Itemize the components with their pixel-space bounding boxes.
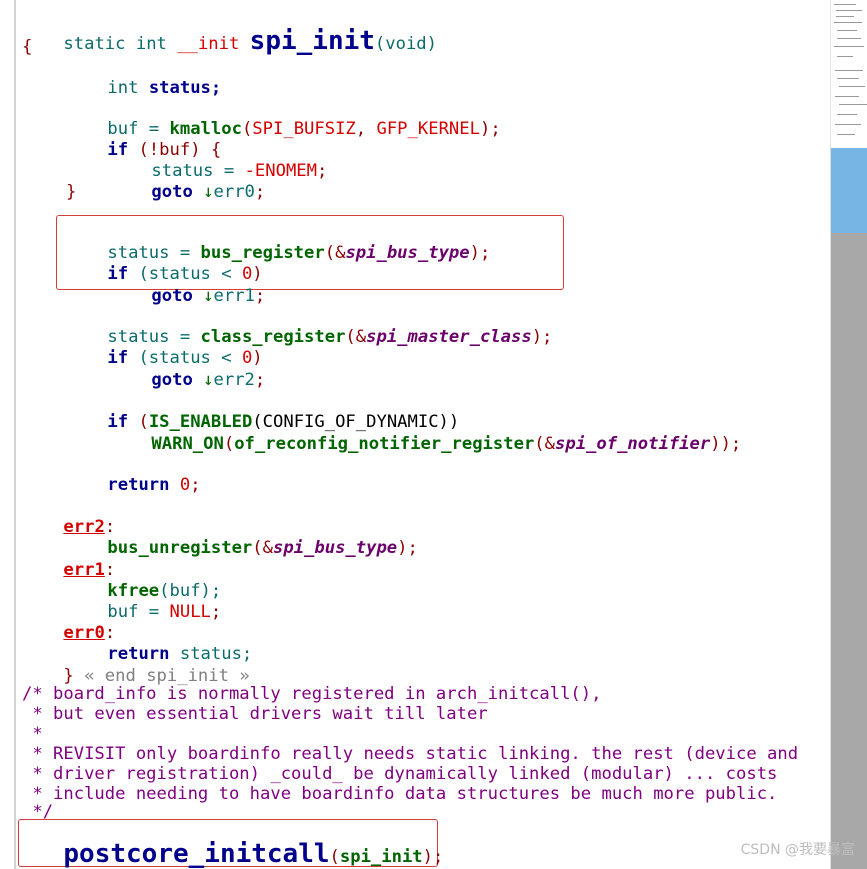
comment-line: * include needing to have boardinfo data… (22, 784, 778, 804)
comment-line: * (22, 724, 43, 744)
comment-line: * but even essential drivers wait till l… (22, 704, 488, 724)
fold-gutter-line (14, 0, 16, 869)
code-line: postcore_initcall(spi_init); (63, 839, 444, 869)
minimap-track[interactable] (831, 233, 867, 869)
minimap-viewport[interactable] (831, 148, 867, 233)
comment-line: * REVISIT only boardinfo really needs st… (22, 744, 799, 764)
code-minimap[interactable] (830, 0, 867, 869)
comment-line: /* board_info is normally registered in … (22, 684, 602, 704)
code-line: { (22, 37, 33, 57)
code-line: WARN_ON(of_reconfig_notifier_register(&s… (151, 434, 742, 454)
watermark: CSDN @我要暴富 (740, 842, 855, 858)
code-line: } (66, 182, 77, 202)
code-editor[interactable]: static int __init spi_init(void) { int s… (0, 0, 830, 869)
comment-line: * driver registration) _could_ be dynami… (22, 764, 778, 784)
